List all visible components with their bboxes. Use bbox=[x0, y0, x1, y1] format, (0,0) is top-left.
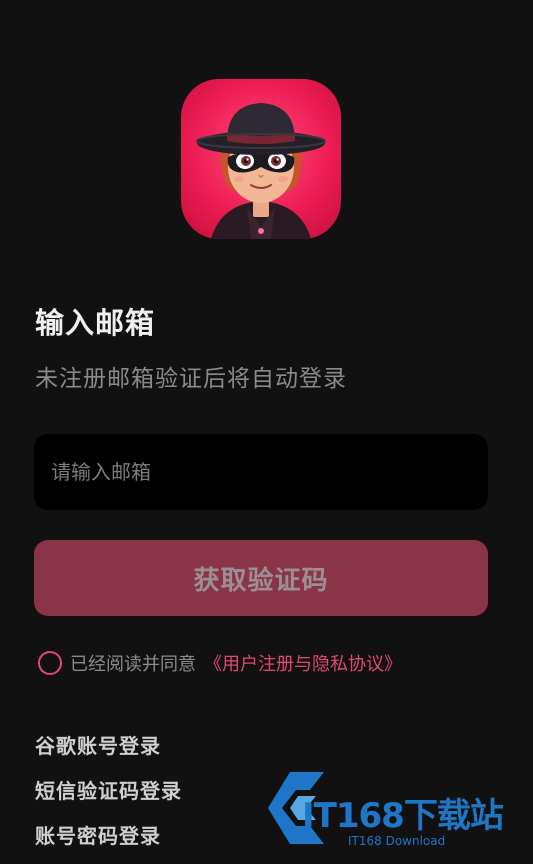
agree-checkbox[interactable] bbox=[38, 651, 62, 675]
watermark-title: IT168下载站 bbox=[302, 796, 504, 836]
account-login-link[interactable]: 账号密码登录 bbox=[35, 820, 161, 849]
privacy-agreement-link[interactable]: 《用户注册与隐私协议》 bbox=[204, 650, 402, 676]
masked-character-avatar-icon bbox=[181, 79, 341, 239]
agreement-row: 已经阅读并同意 《用户注册与隐私协议》 bbox=[38, 650, 402, 676]
page-title: 输入邮箱 bbox=[35, 306, 156, 340]
sms-login-link[interactable]: 短信验证码登录 bbox=[35, 775, 182, 804]
get-code-button[interactable]: 获取验证码 bbox=[34, 540, 488, 616]
watermark-subtitle: IT168 Download bbox=[348, 834, 446, 848]
email-input[interactable] bbox=[34, 434, 488, 510]
page-subtitle: 未注册邮箱验证后将自动登录 bbox=[35, 366, 347, 392]
app-icon bbox=[181, 79, 341, 239]
email-field[interactable] bbox=[34, 434, 488, 510]
watermark: IT168下载站 IT168 Download bbox=[262, 766, 524, 854]
google-login-link[interactable]: 谷歌账号登录 bbox=[35, 730, 161, 759]
agreement-text: 已经阅读并同意 bbox=[70, 654, 196, 675]
